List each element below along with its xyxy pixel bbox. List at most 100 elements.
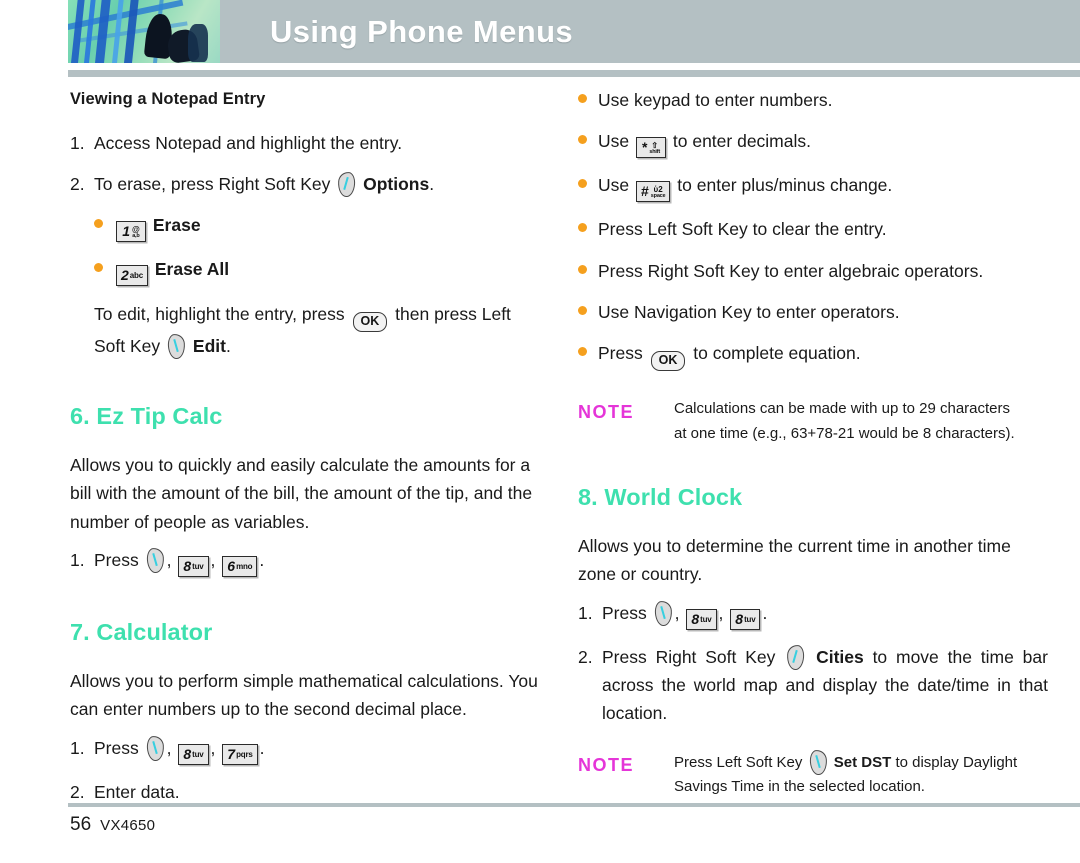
page-number: 56 <box>70 814 92 835</box>
world-clock-step-1: 1. Press , 8tuv, 8tuv. <box>578 599 1048 630</box>
bullet-text: Use keypad to enter numbers. <box>598 90 833 110</box>
edit-text-part3: Soft Key <box>94 336 161 357</box>
step-text: Press Right Soft Key Cities to move the … <box>602 643 1048 728</box>
step-number: 2. <box>578 646 593 667</box>
ez-tip-calc-step-1: 1. Press , 8tuv, 6mno. <box>70 546 540 577</box>
calculator-step-1: 1. Press , 8tuv, 7pqrs. <box>70 734 540 765</box>
erase-row: 1 @ a,b Erase <box>114 211 540 243</box>
bullet-dot-icon <box>578 86 598 103</box>
key-2-icon: 2abc <box>116 265 148 287</box>
bullet-text-before: Press <box>598 343 643 364</box>
bullet-text-after: to complete equation. <box>693 343 861 364</box>
key-7-icon: 7pqrs <box>222 743 258 765</box>
world-clock-step-2: 2. Press Right Soft Key Cities to move t… <box>578 643 1048 728</box>
step-number: 2. <box>70 781 85 802</box>
left-soft-key-icon <box>653 600 673 627</box>
ez-tip-calc-paragraph: Allows you to quickly and easily calcula… <box>70 454 533 532</box>
step-number: 1. <box>578 602 593 623</box>
press-label: Press <box>94 549 139 570</box>
note-body: Press Left Soft Key Set DST to display D… <box>674 749 1048 800</box>
bullet-text: Use * ⇧ shift to enter decimals. <box>598 127 1048 159</box>
bullet-dot-icon <box>94 255 114 273</box>
note-line-2: at one time (e.g., 63+78-21 would be 8 c… <box>674 424 1015 442</box>
list-item-erase-all: 2abc Erase All <box>94 255 540 287</box>
bullet-text: Press Right Soft Key to enter algebraic … <box>598 260 984 281</box>
step-text: Press , 8tuv, 8tuv. <box>602 599 1048 630</box>
right-soft-key-icon <box>337 171 357 198</box>
header-photo <box>68 0 220 63</box>
step-number: 2. <box>70 174 85 195</box>
step-text: Press , 8tuv, 6mno. <box>94 546 540 577</box>
list-item-navigation-key: Use Navigation Key to enter operators. <box>578 298 1048 326</box>
step-text: Press , 8tuv, 7pqrs. <box>94 734 540 765</box>
step-text-bold: Options <box>363 174 430 195</box>
key-1-icon: 1 @ a,b <box>116 221 146 243</box>
bullet-text: Press Left Soft Key to clear the entry. <box>598 219 887 240</box>
calculator-step-2: 2. Enter data. <box>70 778 540 806</box>
list-item-complete-equation: Press OK to complete equation. <box>578 339 1048 372</box>
key-8-icon: 8tuv <box>686 608 717 630</box>
key-8-icon: 8tuv <box>178 555 209 577</box>
bullet-text-after: to enter decimals. <box>672 131 811 152</box>
page-header: Using Phone Menus <box>0 0 1080 77</box>
edit-text-bold: Edit <box>192 336 226 357</box>
erase-all-label: Erase All <box>154 259 230 280</box>
edit-instruction: To edit, highlight the entry, press OK t… <box>94 300 540 360</box>
pound-key-icon: # ὑ2 space <box>636 181 671 203</box>
left-soft-key-icon <box>808 749 828 776</box>
bullet-text-before: Use <box>598 131 630 152</box>
section-heading-world-clock: 8. World Clock <box>578 483 743 510</box>
step-text-after: . <box>429 174 435 195</box>
note-block-set-dst: NOTE Press Left Soft Key Set DST to disp… <box>578 749 1048 800</box>
list-item-clear-entry: Press Left Soft Key to clear the entry. <box>578 215 1048 243</box>
note-text-before: Press Left Soft Key <box>674 753 803 771</box>
left-soft-key-icon <box>167 333 186 360</box>
bullet-text-before: Use <box>598 175 630 196</box>
bullet-text-after: to enter plus/minus change. <box>677 175 893 196</box>
list-item-erase: 1 @ a,b Erase <box>94 211 540 243</box>
world-clock-paragraph: Allows you to determine the current time… <box>578 536 1011 585</box>
bullet-dot-icon <box>578 127 598 145</box>
bullet-dot-icon <box>578 215 598 233</box>
right-soft-key-icon <box>786 644 806 671</box>
note-block-calculations: NOTE Calculations can be made with up to… <box>578 397 1048 446</box>
note-body: Calculations can be made with up to 29 c… <box>674 397 1048 446</box>
list-item-use-keypad: Use keypad to enter numbers. <box>578 86 1048 114</box>
subheading-viewing-notepad: Viewing a Notepad Entry <box>70 90 266 108</box>
bullet-dot-icon <box>578 339 598 357</box>
bullet-text: Press OK to complete equation. <box>598 339 1048 372</box>
step-number: 1. <box>70 737 85 758</box>
step-text-before: Press Right Soft Key <box>602 646 776 667</box>
star-key-icon: * ⇧ shift <box>636 137 666 159</box>
page-title: Using Phone Menus <box>270 13 574 49</box>
key-8-icon: 8tuv <box>730 608 761 630</box>
step-text-before: To erase, press Right Soft Key <box>94 174 331 195</box>
calculator-paragraph: Allows you to perform simple mathematica… <box>70 670 538 720</box>
page-footer: 56 VX4650 <box>70 814 155 836</box>
bullet-dot-icon <box>578 298 598 316</box>
ok-key-icon: OK <box>352 312 388 333</box>
erase-label: Erase <box>152 215 201 236</box>
list-item-step-1: 1. Access Notepad and highlight the entr… <box>70 129 540 157</box>
step-number: 1. <box>70 549 85 570</box>
header-divider <box>68 70 1080 77</box>
note-label: NOTE <box>578 402 635 423</box>
step-text-bold: Cities <box>816 646 864 667</box>
left-column: Viewing a Notepad Entry 1. Access Notepa… <box>70 86 540 819</box>
edit-text-part2: then press Left <box>395 304 511 325</box>
model-name: VX4650 <box>100 817 156 834</box>
key-6-icon: 6mno <box>222 555 258 577</box>
edit-text-part1: To edit, highlight the entry, press <box>94 304 345 325</box>
photo-figure-3 <box>188 24 208 62</box>
bullet-text: Use Navigation Key to enter operators. <box>598 302 900 323</box>
key-8-icon: 8tuv <box>178 743 209 765</box>
ok-key-icon: OK <box>650 351 686 372</box>
list-item-algebraic-operators: Press Right Soft Key to enter algebraic … <box>578 257 1048 285</box>
press-label: Press <box>94 737 139 758</box>
step-text: Access Notepad and highlight the entry. <box>94 132 403 153</box>
section-heading-calculator: 7. Calculator <box>70 618 213 645</box>
note-text-bold: Set DST <box>833 753 892 771</box>
bullet-text: Use # ὑ2 space to enter plus/minus change. <box>598 171 1048 203</box>
bullet-dot-icon <box>578 171 598 189</box>
step-number: 1. <box>70 132 85 153</box>
